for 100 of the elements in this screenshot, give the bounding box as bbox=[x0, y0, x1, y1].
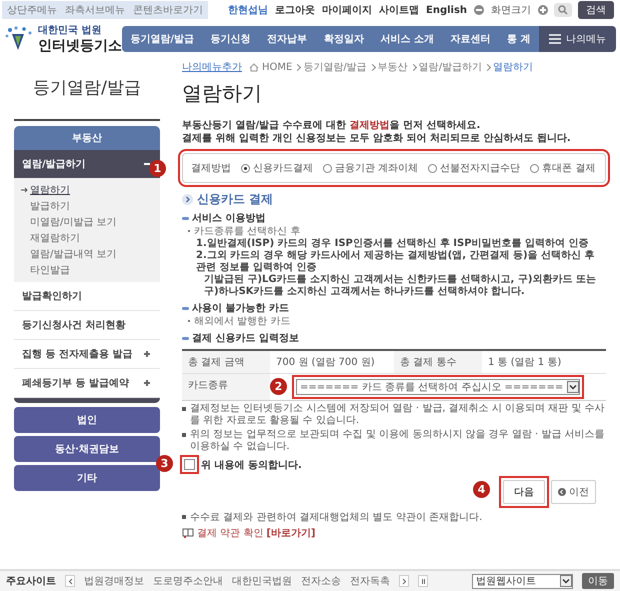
subsection-heading: 사용이 불가능한 카드 bbox=[192, 302, 289, 315]
guide-step: 1.일반결제(ISP) 카드의 경우 ISP인증서를 선택하신 후 ISP비밀번호를 입력하여 인증 bbox=[182, 238, 606, 250]
logo-subtitle: 대한민국 법원 bbox=[38, 24, 102, 37]
dash-icon bbox=[182, 306, 189, 310]
breadcrumb-item[interactable]: 부동산 bbox=[378, 60, 408, 74]
dash-icon bbox=[182, 336, 189, 340]
guide-step: 기발급된 구)LG카드를 소지하신 고객께서는 신한카드를 선택하시고, 구)외환카드 또는 구)하나SK카드를 소지하신 고객께서는 하나카드를 선택하셔야 합니다. bbox=[182, 274, 606, 298]
nav-item[interactable]: 서비스 소개 bbox=[380, 32, 434, 46]
home-icon bbox=[249, 62, 259, 72]
table-header: 총 결제 통수 bbox=[394, 351, 482, 373]
breadcrumb-item[interactable]: 등기열람/발급 bbox=[303, 60, 367, 74]
submenu-item[interactable]: 미열람/미발급 보기 bbox=[30, 215, 117, 229]
top-link[interactable]: 로그아웃 bbox=[275, 3, 315, 17]
subsection-heading: 서비스 이용방법 bbox=[192, 212, 266, 225]
table-header: 총 결제 금액 bbox=[182, 351, 270, 373]
radio-button[interactable] bbox=[428, 164, 438, 172]
dash-icon bbox=[182, 216, 189, 220]
back-icon bbox=[558, 488, 566, 496]
terms-note: 수수료 결제와 관련하여 결제대행업체의 별도 약관이 존재합니다. bbox=[190, 512, 482, 523]
site-link[interactable]: 도로명주소안내 bbox=[153, 574, 223, 588]
top-link[interactable]: English bbox=[426, 4, 468, 16]
submenu-item[interactable]: 열람하기 bbox=[30, 183, 70, 197]
previous-button[interactable]: 이전 bbox=[551, 480, 596, 504]
category-header[interactable]: 부동산 bbox=[14, 126, 160, 150]
book-icon bbox=[182, 528, 194, 538]
expand-icon bbox=[142, 349, 152, 359]
category-button[interactable]: 법인 bbox=[14, 407, 160, 433]
annotation-badge: 3 bbox=[156, 455, 173, 472]
category-button[interactable]: 기타 bbox=[14, 465, 160, 491]
logo-title: 인터넷등기소 bbox=[38, 37, 122, 55]
next-button[interactable] bbox=[399, 575, 409, 587]
submenu-item[interactable]: 타인발급 bbox=[30, 263, 70, 277]
submenu-item[interactable]: 열람/발급내역 보기 bbox=[30, 247, 117, 261]
breadcrumb-item: 열람하기 bbox=[493, 61, 534, 74]
intro-text: 결제를 위해 입력한 개인 신용정보는 모두 암호화 되어 처리되므로 안심하셔도 됩니다. bbox=[182, 132, 572, 145]
search-icon bbox=[558, 5, 568, 15]
section-title: 등기열람/발급 bbox=[32, 77, 142, 100]
radio-label[interactable]: 선불전자지급수단 bbox=[440, 161, 520, 175]
sidebar-item[interactable]: 발급확인하기 bbox=[14, 282, 160, 311]
nav-item[interactable]: 등기신청 bbox=[210, 32, 251, 46]
submenu-item[interactable]: 발급하기 bbox=[30, 199, 70, 213]
pause-icon bbox=[420, 578, 426, 584]
my-menu-button[interactable]: 나의메뉴 bbox=[539, 26, 616, 52]
go-button[interactable]: 이동 bbox=[582, 573, 614, 589]
chevron-circle-icon bbox=[182, 194, 193, 205]
pause-button[interactable] bbox=[418, 575, 428, 587]
skip-link[interactable]: 좌측서브메뉴 bbox=[65, 3, 125, 17]
breadcrumb-item[interactable]: 열람/발급하기 bbox=[418, 60, 482, 74]
caret-icon bbox=[567, 381, 580, 393]
guide-step: 2.그외 카드의 경우 해당 카드사에서 제공하는 결제방법(앱, 간편결제 등)을 선택하신 후 관련 정보를 입력하여 인증 bbox=[182, 250, 606, 274]
radio-button[interactable] bbox=[241, 164, 250, 172]
bullet-icon bbox=[182, 515, 186, 520]
menu-icon bbox=[549, 34, 561, 44]
bullet-icon bbox=[182, 407, 186, 411]
site-link[interactable]: 법원경매정보 bbox=[84, 574, 144, 588]
zoom-in-icon[interactable] bbox=[538, 5, 548, 15]
field-label: 결제방법 bbox=[191, 162, 231, 175]
zoom-out-icon[interactable] bbox=[474, 5, 484, 15]
subsection-heading: 결제 신용카드 입력정보 bbox=[192, 332, 299, 345]
checkbox-label[interactable]: 위 내용에 동의합니다. bbox=[201, 458, 302, 472]
nav-item[interactable]: 통 계 bbox=[507, 32, 531, 46]
annotation-badge: 4 bbox=[473, 481, 490, 498]
nav-item[interactable]: 전자납부 bbox=[267, 32, 308, 46]
shortcut-link[interactable]: [바로가기] bbox=[266, 526, 316, 540]
site-select[interactable]: 법원웹사이트 bbox=[472, 574, 573, 588]
add-my-menu-link[interactable]: 나의메뉴추가 bbox=[182, 60, 246, 74]
sidebar-item[interactable]: 등기신청사건 처리현황 bbox=[14, 311, 160, 340]
caret-icon bbox=[560, 575, 572, 587]
page-title: 열람하기 bbox=[182, 80, 263, 107]
breadcrumb-item[interactable]: HOME bbox=[262, 62, 292, 72]
radio-label[interactable]: 신용카드결제 bbox=[253, 161, 313, 175]
annotation-badge: 1 bbox=[149, 160, 166, 177]
top-link[interactable]: 사이트맵 bbox=[379, 3, 419, 17]
site-link[interactable]: 전자독촉 bbox=[350, 574, 390, 588]
checkbox[interactable] bbox=[184, 459, 195, 470]
nav-item[interactable]: 자료센터 bbox=[450, 32, 491, 46]
expand-icon bbox=[142, 378, 152, 388]
skip-link[interactable]: 콘텐츠바로가기 bbox=[133, 3, 203, 17]
site-link[interactable]: 전자소송 bbox=[301, 574, 341, 588]
category-button[interactable]: 동산·채권담보 bbox=[14, 436, 160, 462]
table-cell-text: 700 원 (열람 700 원) bbox=[275, 356, 376, 370]
radio-label[interactable]: 금융기관 계좌이체 bbox=[335, 161, 418, 175]
chevron-left-icon bbox=[68, 578, 72, 584]
nav-item[interactable]: 확정일자 bbox=[324, 32, 364, 46]
submenu-item[interactable]: 재열람하기 bbox=[30, 231, 80, 245]
radio-button[interactable] bbox=[530, 164, 540, 172]
radio-button[interactable] bbox=[323, 164, 332, 172]
radio-label[interactable]: 휴대폰 결제 bbox=[542, 161, 596, 175]
site-link[interactable]: 대한민국법원 bbox=[232, 574, 292, 588]
previous-button[interactable] bbox=[65, 575, 75, 587]
top-link[interactable]: 마이페이지 bbox=[322, 3, 372, 17]
search-field[interactable] bbox=[554, 3, 572, 17]
sidebar-item[interactable]: 집행 등 전자제출용 발급 bbox=[14, 340, 160, 369]
font-size-label: 화면크기 bbox=[491, 4, 532, 17]
card-type-select[interactable]: ======= 카드 종류를 선택하여 주십시오 ======= bbox=[296, 379, 580, 395]
guide-text: 해외에서 발행한 카드 bbox=[194, 316, 290, 327]
nav-item[interactable]: 등기열람/발급 bbox=[130, 32, 194, 46]
next-button[interactable]: 다음 bbox=[503, 480, 545, 504]
search-button[interactable]: 검색 bbox=[578, 1, 614, 19]
skip-link[interactable]: 상단주메뉴 bbox=[7, 3, 57, 17]
